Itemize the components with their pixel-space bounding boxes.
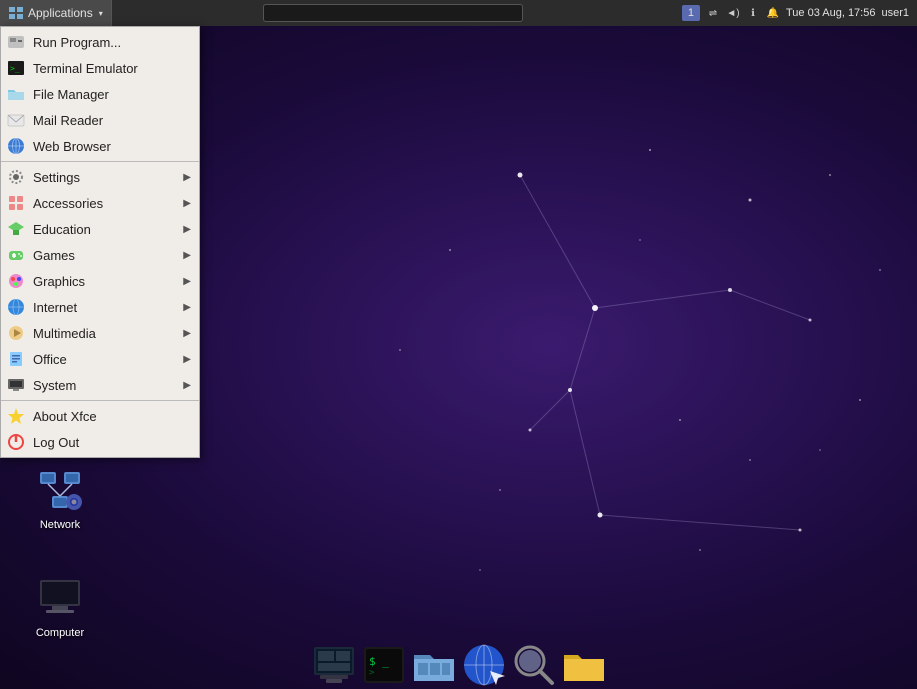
file-manager-icon (7, 85, 25, 103)
search-bar[interactable] (263, 4, 523, 22)
accessories-icon (7, 194, 25, 212)
menu-separator-1 (1, 161, 199, 162)
taskbar-top: Applications ▾ 1 ⇌ ◄) ℹ 🔔 Tue 03 Aug, 17… (0, 0, 917, 26)
desktop-icon-computer[interactable]: Computer (20, 570, 100, 644)
tray-notify-icon: 🔔 (766, 6, 780, 20)
menu-item-games[interactable]: Games ▶ (1, 242, 199, 268)
menu-item-graphics-label: Graphics (33, 274, 175, 289)
username: user1 (881, 7, 909, 19)
about-xfce-icon (7, 407, 25, 425)
menu-item-terminal-label: Terminal Emulator (33, 61, 191, 76)
menu-item-web-browser-label: Web Browser (33, 139, 191, 154)
dock-item-web-browser[interactable] (460, 641, 508, 689)
computer-label: Computer (36, 626, 84, 640)
menu-item-file-manager[interactable]: File Manager (1, 81, 199, 107)
menu-item-office-arrow: ▶ (183, 354, 191, 365)
system-icon (7, 376, 25, 394)
tray-audio-icon: ◄) (726, 6, 740, 20)
menu-item-mail-reader[interactable]: Mail Reader (1, 107, 199, 133)
menu-item-file-manager-label: File Manager (33, 87, 191, 102)
menu-item-log-out[interactable]: Log Out (1, 429, 199, 455)
menu-item-office[interactable]: Office ▶ (1, 346, 199, 372)
terminal-icon: >_ (7, 59, 25, 77)
applications-label: Applications (28, 6, 93, 20)
taskbar-middle (112, 4, 674, 22)
menu-item-about-xfce-label: About Xfce (33, 409, 191, 424)
menu-item-education-arrow: ▶ (183, 224, 191, 235)
menu-item-games-arrow: ▶ (183, 250, 191, 261)
menu-item-settings-label: Settings (33, 170, 175, 185)
menu-item-run-program[interactable]: Run Program... (1, 29, 199, 55)
menu-item-terminal[interactable]: >_ Terminal Emulator (1, 55, 199, 81)
dock-item-desktop[interactable] (310, 641, 358, 689)
menu-item-internet-arrow: ▶ (183, 302, 191, 313)
multimedia-icon (7, 324, 25, 342)
menu-item-accessories-label: Accessories (33, 196, 175, 211)
menu-item-graphics-arrow: ▶ (183, 276, 191, 287)
run-program-icon (7, 33, 25, 51)
menu-item-multimedia-label: Multimedia (33, 326, 175, 341)
tray-network-icon: ⇌ (706, 6, 720, 20)
desktop: Applications ▾ 1 ⇌ ◄) ℹ 🔔 Tue 03 Aug, 17… (0, 0, 917, 689)
dock-item-folder[interactable] (560, 641, 608, 689)
dock-item-magnifier[interactable] (510, 641, 558, 689)
dock-item-file-manager[interactable] (410, 641, 458, 689)
computer-icon (36, 574, 84, 622)
desktop-icon-network[interactable]: Network (20, 462, 100, 536)
datetime: Tue 03 Aug, 17:56 (786, 7, 876, 19)
menu-item-settings-arrow: ▶ (183, 172, 191, 183)
settings-icon (7, 168, 25, 186)
menu-item-education-label: Education (33, 222, 175, 237)
menu-item-system[interactable]: System ▶ (1, 372, 199, 398)
network-icon (36, 466, 84, 514)
menu-item-accessories-arrow: ▶ (183, 198, 191, 209)
taskbar-right: 1 ⇌ ◄) ℹ 🔔 Tue 03 Aug, 17:56 user1 (674, 5, 917, 21)
menu-item-internet-label: Internet (33, 300, 175, 315)
svg-text:>: > (369, 668, 375, 678)
menu-item-multimedia-arrow: ▶ (183, 328, 191, 339)
svg-text:>_: >_ (10, 64, 20, 73)
menu-item-multimedia[interactable]: Multimedia ▶ (1, 320, 199, 346)
svg-text:$ _: $ _ (369, 655, 389, 668)
education-icon (7, 220, 25, 238)
menu-item-internet[interactable]: Internet ▶ (1, 294, 199, 320)
menu-separator-2 (1, 400, 199, 401)
menu-item-system-arrow: ▶ (183, 380, 191, 391)
office-icon (7, 350, 25, 368)
applications-menu: Run Program... >_ Terminal Emulator File… (0, 26, 200, 458)
graphics-icon (7, 272, 25, 290)
menu-item-web-browser[interactable]: Web Browser (1, 133, 199, 159)
menu-item-graphics[interactable]: Graphics ▶ (1, 268, 199, 294)
menu-item-log-out-label: Log Out (33, 435, 191, 450)
menu-item-accessories[interactable]: Accessories ▶ (1, 190, 199, 216)
applications-menu-button[interactable]: Applications ▾ (0, 0, 112, 26)
menu-item-games-label: Games (33, 248, 175, 263)
workspace-indicator[interactable]: 1 (682, 5, 700, 21)
menu-item-about-xfce[interactable]: About Xfce (1, 403, 199, 429)
menu-item-settings[interactable]: Settings ▶ (1, 164, 199, 190)
mail-reader-icon (7, 111, 25, 129)
log-out-icon (7, 433, 25, 451)
menu-item-system-label: System (33, 378, 175, 393)
menu-item-run-program-label: Run Program... (33, 35, 191, 50)
dock-item-terminal[interactable]: $ _ > (360, 641, 408, 689)
menu-item-education[interactable]: Education ▶ (1, 216, 199, 242)
games-icon (7, 246, 25, 264)
menu-arrow: ▾ (99, 9, 103, 18)
web-browser-icon (7, 137, 25, 155)
network-label: Network (40, 518, 80, 532)
menu-item-office-label: Office (33, 352, 175, 367)
applications-icon (8, 5, 24, 21)
internet-icon (7, 298, 25, 316)
tray-info-icon: ℹ (746, 6, 760, 20)
menu-item-mail-reader-label: Mail Reader (33, 113, 191, 128)
taskbar-bottom: $ _ > (0, 641, 917, 689)
